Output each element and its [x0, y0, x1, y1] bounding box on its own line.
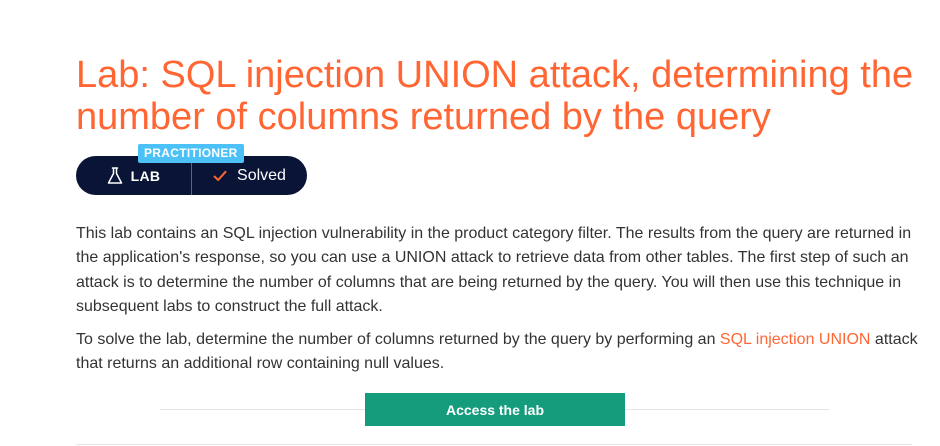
access-the-lab-button[interactable]: Access the lab [365, 393, 625, 426]
checkmark-icon [213, 170, 227, 181]
description-paragraph-1: This lab contains an SQL injection vulne… [76, 225, 912, 316]
description-text-before-link: To solve the lab, determine the number o… [76, 330, 720, 348]
practitioner-badge: PRACTITIONER [138, 144, 244, 163]
lab-type-label: LAB [130, 167, 161, 184]
flask-icon [107, 166, 122, 184]
lab-description: This lab contains an SQL injection vulne… [76, 222, 922, 376]
page-title: Lab: SQL injection UNION attack, determi… [76, 54, 914, 138]
bottom-divider [76, 444, 912, 445]
description-paragraph-2: To solve the lab, determine the number o… [76, 328, 922, 377]
sql-injection-union-link[interactable]: SQL injection UNION [720, 331, 871, 348]
solved-label: Solved [237, 166, 286, 184]
